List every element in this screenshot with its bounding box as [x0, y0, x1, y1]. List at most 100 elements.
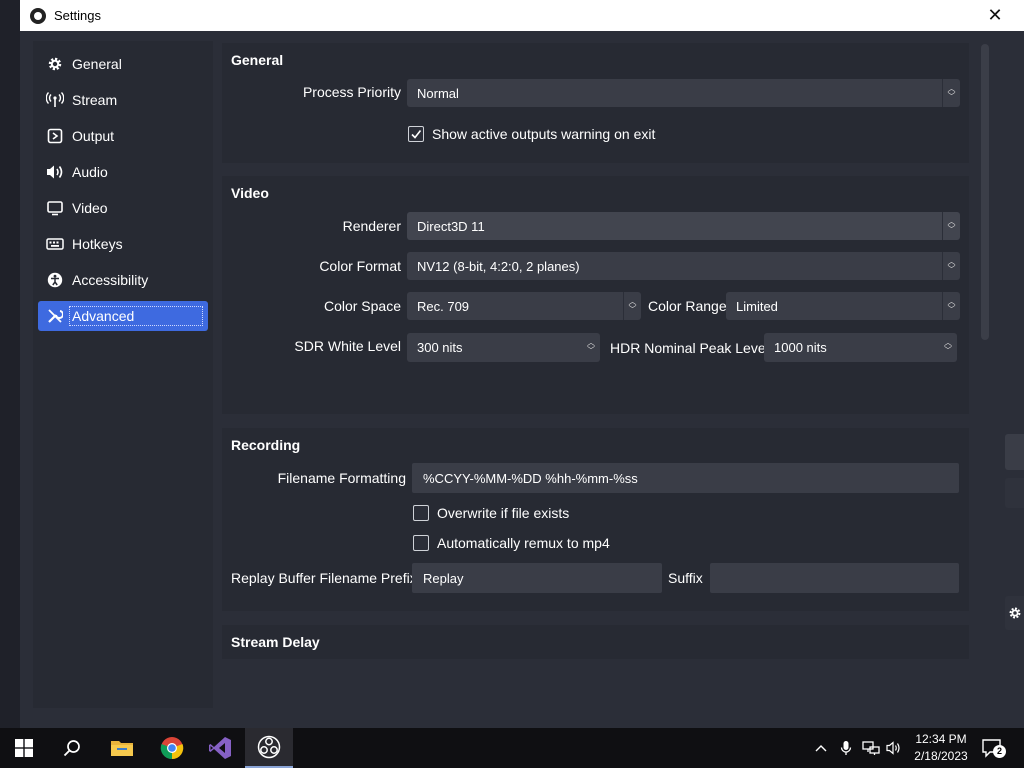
renderer-label: Renderer	[342, 218, 401, 234]
hdr-peak-level-spinbox[interactable]: 1000 nits ︿ ﹀	[764, 333, 957, 362]
sidebar-item-audio[interactable]: Audio	[38, 157, 208, 187]
sidebar-item-label: General	[72, 56, 122, 72]
suffix-label: Suffix	[668, 570, 703, 586]
accessibility-icon	[46, 271, 64, 289]
background-button	[1005, 478, 1024, 508]
video-section: Video Renderer Direct3D 11 ︿ ﹀ Color Form…	[222, 176, 969, 414]
renderer-value: Direct3D 11	[417, 218, 485, 234]
volume-icon[interactable]	[886, 728, 902, 768]
color-format-value: NV12 (8-bit, 4:2:0, 2 planes)	[417, 258, 580, 274]
sidebar-item-label: Accessibility	[72, 272, 149, 288]
background-gear-icon	[1005, 596, 1024, 630]
sidebar-item-advanced[interactable]: Advanced	[38, 301, 208, 331]
show-hidden-icons-icon[interactable]	[814, 728, 828, 768]
filename-formatting-label: Filename Formatting	[277, 470, 406, 486]
sdr-white-level-spinbox[interactable]: 300 nits ︿ ﹀	[407, 333, 600, 362]
color-range-value: Limited	[736, 298, 778, 314]
filename-formatting-input[interactable]: %CCYY-%MM-%DD %hh-%mm-%ss	[412, 463, 959, 493]
updown-arrows-icon: ︿ ﹀	[942, 212, 960, 240]
scrollbar-thumb[interactable]	[981, 44, 989, 340]
dialog-footer	[20, 708, 1024, 728]
clock-date: 2/18/2023	[914, 749, 968, 763]
taskbar-clock[interactable]: 12:34 PM 2/18/2023	[906, 731, 976, 765]
remux-label: Automatically remux to mp4	[437, 535, 610, 551]
obs-icon[interactable]	[245, 728, 293, 768]
settings-sidebar: General Stream Output Audio Video Hotkey…	[33, 41, 213, 708]
chrome-icon[interactable]	[148, 728, 196, 768]
updown-arrows-icon: ︿ ﹀	[623, 292, 641, 320]
sidebar-item-label: Video	[72, 200, 108, 216]
background-spin-control	[1005, 434, 1024, 470]
search-icon[interactable]	[48, 728, 96, 768]
sidebar-item-label: Output	[72, 128, 115, 144]
keyboard-icon	[46, 235, 64, 253]
suffix-input[interactable]	[710, 563, 959, 593]
spin-arrows-icon: ︿ ﹀	[587, 338, 595, 355]
visual-studio-icon[interactable]	[196, 728, 244, 768]
updown-arrows-icon: ︿ ﹀	[942, 292, 960, 320]
checkbox-checked-icon	[408, 126, 424, 142]
section-title: Recording	[231, 437, 301, 453]
sidebar-item-general[interactable]: General	[38, 49, 208, 79]
show-outputs-warning-checkbox[interactable]: Show active outputs warning on exit	[408, 126, 655, 142]
color-format-label: Color Format	[319, 258, 401, 274]
microphone-icon[interactable]	[840, 728, 852, 768]
speaker-icon	[46, 163, 64, 181]
sidebar-item-output[interactable]: Output	[38, 121, 208, 151]
updown-arrows-icon: ︿ ﹀	[942, 79, 960, 107]
wrench-icon	[46, 307, 64, 325]
sdr-white-level-label: SDR White Level	[294, 338, 401, 354]
gear-icon	[46, 55, 64, 73]
process-priority-label: Process Priority	[302, 84, 401, 100]
notification-count-badge: 2	[993, 745, 1006, 758]
background-window-edge	[0, 0, 20, 728]
section-title: Video	[231, 185, 269, 201]
sidebar-item-label: Hotkeys	[72, 236, 123, 252]
spin-arrows-icon: ︿ ﹀	[944, 338, 952, 355]
network-icon[interactable]	[862, 728, 880, 768]
output-icon	[46, 127, 64, 145]
replay-prefix-input[interactable]: Replay	[412, 563, 662, 593]
replay-prefix-label: Replay Buffer Filename Prefix	[231, 570, 417, 586]
color-space-label: Color Space	[323, 298, 401, 314]
general-section: General Process Priority Normal ︿ ﹀ Show …	[222, 43, 969, 163]
notifications-icon[interactable]: 2	[982, 738, 1006, 758]
color-space-select[interactable]: Rec. 709 ︿ ﹀	[407, 292, 641, 320]
sidebar-item-label: Advanced	[69, 306, 203, 326]
section-title: General	[231, 52, 284, 68]
file-explorer-icon[interactable]	[98, 728, 146, 768]
updown-arrows-icon: ︿ ﹀	[942, 252, 960, 280]
filename-formatting-value: %CCYY-%MM-%DD %hh-%mm-%ss	[423, 470, 638, 486]
renderer-select[interactable]: Direct3D 11 ︿ ﹀	[407, 212, 960, 240]
sidebar-item-label: Audio	[72, 164, 108, 180]
sdr-white-level-value: 300 nits	[417, 340, 463, 355]
title-bar: Settings ✕	[20, 0, 1024, 31]
checkbox-unchecked-icon	[413, 535, 429, 551]
checkbox-unchecked-icon	[413, 505, 429, 521]
taskbar: 12:34 PM 2/18/2023 2	[0, 728, 1024, 768]
remux-checkbox[interactable]: Automatically remux to mp4	[413, 535, 610, 551]
section-title: Stream Delay	[231, 634, 320, 650]
replay-prefix-value: Replay	[423, 570, 464, 586]
sidebar-item-label: Stream	[72, 92, 118, 108]
sidebar-item-accessibility[interactable]: Accessibility	[38, 265, 208, 295]
windows-start-icon[interactable]	[0, 728, 48, 768]
color-format-select[interactable]: NV12 (8-bit, 4:2:0, 2 planes) ︿ ﹀	[407, 252, 960, 280]
window-title: Settings	[54, 8, 101, 23]
stream-delay-section: Stream Delay	[222, 625, 969, 659]
process-priority-select[interactable]: Normal ︿ ﹀	[407, 79, 960, 107]
color-range-label: Color Range	[648, 298, 727, 314]
show-outputs-warning-label: Show active outputs warning on exit	[432, 126, 656, 142]
antenna-icon	[46, 91, 64, 109]
hdr-peak-level-label: HDR Nominal Peak Level	[610, 340, 769, 356]
overwrite-label: Overwrite if file exists	[437, 505, 570, 521]
recording-section: Recording Filename Formatting %CCYY-%MM-…	[222, 428, 969, 611]
monitor-icon	[46, 199, 64, 217]
close-button[interactable]: ✕	[984, 4, 1006, 26]
sidebar-item-stream[interactable]: Stream	[38, 85, 208, 115]
color-space-value: Rec. 709	[417, 298, 470, 314]
sidebar-item-video[interactable]: Video	[38, 193, 208, 223]
overwrite-checkbox[interactable]: Overwrite if file exists	[413, 505, 569, 521]
color-range-select[interactable]: Limited ︿ ﹀	[726, 292, 960, 320]
sidebar-item-hotkeys[interactable]: Hotkeys	[38, 229, 208, 259]
